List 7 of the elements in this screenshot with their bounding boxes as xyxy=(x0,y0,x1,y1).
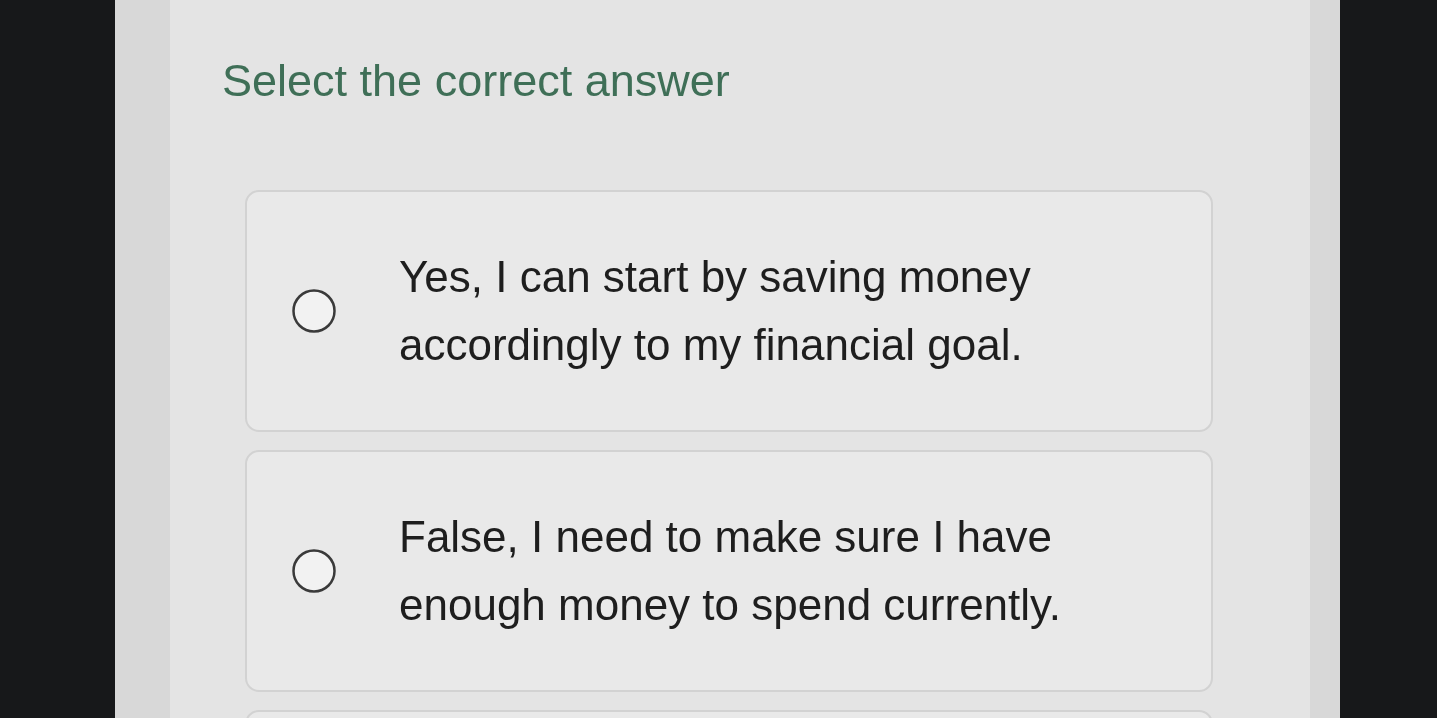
radio-button[interactable] xyxy=(292,549,336,593)
question-prompt: Select the correct answer xyxy=(222,54,730,108)
answer-option-card[interactable]: Yes, I can start by saving money accordingly to my financial goal. xyxy=(245,190,1213,432)
answer-option-card[interactable]: False, I need to make sure I have enough money to spend currently. xyxy=(245,450,1213,692)
radio-button[interactable] xyxy=(292,289,336,333)
option-text: False, I need to make sure I have enough money to spend currently. xyxy=(399,511,1063,631)
option-text: Yes, I can start by saving money accordingly to my financial goal. xyxy=(399,251,1032,371)
